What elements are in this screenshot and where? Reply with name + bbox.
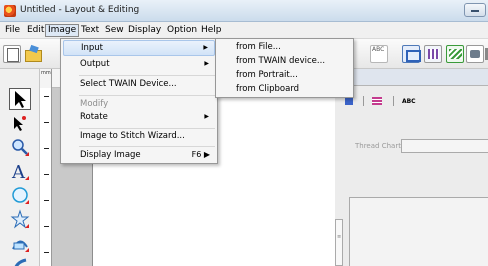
shortcut-key: F6 — [191, 150, 202, 159]
menu-item-image-to-stitch[interactable]: Image to Stitch Wizard... — [63, 128, 215, 144]
ruler-unit-label: mm — [41, 70, 51, 76]
menu-item-rotate[interactable]: Rotate ▶ — [63, 109, 215, 125]
ruler-tick — [44, 96, 49, 97]
menu-item-label: Image to Stitch Wizard... — [80, 131, 185, 141]
thread-chart-field[interactable] — [401, 139, 488, 153]
menu-help[interactable]: Help — [199, 24, 224, 37]
submenu-item-from-clipboard[interactable]: from Clipboard — [218, 82, 351, 96]
menu-item-label: Select TWAIN Device... — [80, 79, 177, 89]
app-icon — [4, 5, 16, 17]
menu-display[interactable]: Display — [126, 24, 163, 37]
tool-submenu-corner — [25, 176, 29, 180]
stitch-tab-icon[interactable] — [372, 97, 383, 105]
menu-item-select-twain[interactable]: Select TWAIN Device... — [63, 76, 215, 92]
panel-tabs: ABC — [345, 96, 424, 110]
menu-item-label: Output — [80, 59, 110, 69]
zoom-magnifier-icon[interactable] — [9, 136, 31, 158]
menu-shortcut: F6 ▶ — [191, 150, 210, 159]
submenu-arrow-icon: ▶ — [204, 113, 209, 120]
shape-tool-icon[interactable] — [9, 184, 31, 206]
vertical-ruler — [40, 88, 52, 266]
menu-item-label: Display Image — [80, 150, 141, 160]
menu-sew[interactable]: Sew — [103, 24, 126, 37]
menu-edit[interactable]: Edit — [25, 24, 46, 37]
ruler-tick — [44, 252, 49, 253]
menu-item-display-image[interactable]: Display Image F6 ▶ — [63, 147, 215, 163]
ruler-tick — [44, 200, 49, 201]
tool-submenu-corner — [25, 248, 29, 252]
menu-item-input[interactable]: Input ▶ — [63, 40, 215, 56]
ruler-tick — [44, 226, 49, 227]
submenu-item-from-twain[interactable]: from TWAIN device... — [218, 54, 351, 68]
input-submenu: from File... from TWAIN device... from P… — [215, 38, 354, 98]
minimize-button[interactable] — [464, 3, 486, 17]
ruler-corner: mm — [40, 69, 52, 88]
point-edit-icon[interactable] — [9, 112, 31, 134]
menu-bar: File Edit Image Text Sew Display Option … — [0, 22, 488, 39]
text-abc-icon[interactable]: ABC — [370, 45, 388, 63]
stitch-tool-icon[interactable] — [9, 232, 31, 254]
submenu-arrow-icon: ▶ — [204, 60, 209, 67]
svg-text:A: A — [11, 162, 26, 181]
brush-tool-icon[interactable] — [9, 255, 31, 266]
scroll-grip-icon: ≡ — [337, 234, 342, 240]
tool-submenu-corner — [25, 152, 29, 156]
tool-submenu-corner — [25, 200, 29, 204]
text-tab[interactable]: ABC — [402, 98, 416, 105]
menu-item-label: Rotate — [80, 112, 108, 122]
menu-image[interactable]: Image — [45, 24, 80, 37]
menu-item-label: Modify — [80, 99, 109, 109]
image-menu-dropdown: Input ▶ Output ▶ Select TWAIN Device... … — [60, 38, 218, 164]
stitch-pattern-icon[interactable] — [424, 45, 442, 63]
menu-item-output[interactable]: Output ▶ — [63, 56, 215, 72]
color-tab-icon[interactable] — [345, 97, 353, 105]
frame-icon[interactable] — [402, 45, 421, 63]
submenu-arrow-icon: ▶ — [203, 44, 208, 51]
menu-text[interactable]: Text — [79, 24, 101, 37]
stamp-tool-icon[interactable] — [9, 208, 31, 230]
preview-box — [349, 197, 488, 266]
submenu-item-from-file[interactable]: from File... — [218, 40, 351, 54]
ruler-tick — [44, 148, 49, 149]
select-arrow-icon[interactable] — [9, 88, 31, 110]
menu-option[interactable]: Option — [165, 24, 199, 37]
submenu-item-from-portrait[interactable]: from Portrait... — [218, 68, 351, 82]
thread-chart-label: Thread Chart: — [355, 142, 404, 150]
ruler-tick — [44, 174, 49, 175]
window-title: Untitled - Layout & Editing — [20, 5, 140, 15]
panel-header — [335, 69, 488, 86]
menu-file[interactable]: File — [3, 24, 22, 37]
new-file-icon[interactable] — [3, 45, 21, 63]
right-panel: ABC Thread Chart: ≡ — [335, 69, 488, 266]
display-icon[interactable] — [466, 45, 484, 63]
ruler-tick — [44, 122, 49, 123]
tab-separator — [392, 96, 394, 106]
text-tool-icon[interactable]: A — [9, 160, 31, 183]
title-bar: Untitled - Layout & Editing — [0, 0, 488, 22]
fill-pattern-icon[interactable] — [446, 45, 464, 63]
abc-label: ABC — [372, 46, 385, 53]
tab-separator — [363, 96, 365, 106]
panel-scrollbar[interactable]: ≡ — [335, 219, 343, 266]
open-folder-icon[interactable] — [24, 45, 42, 63]
menu-item-label: Input — [81, 43, 104, 53]
tool-palette: A — [0, 69, 40, 266]
tool-submenu-corner — [25, 224, 29, 228]
